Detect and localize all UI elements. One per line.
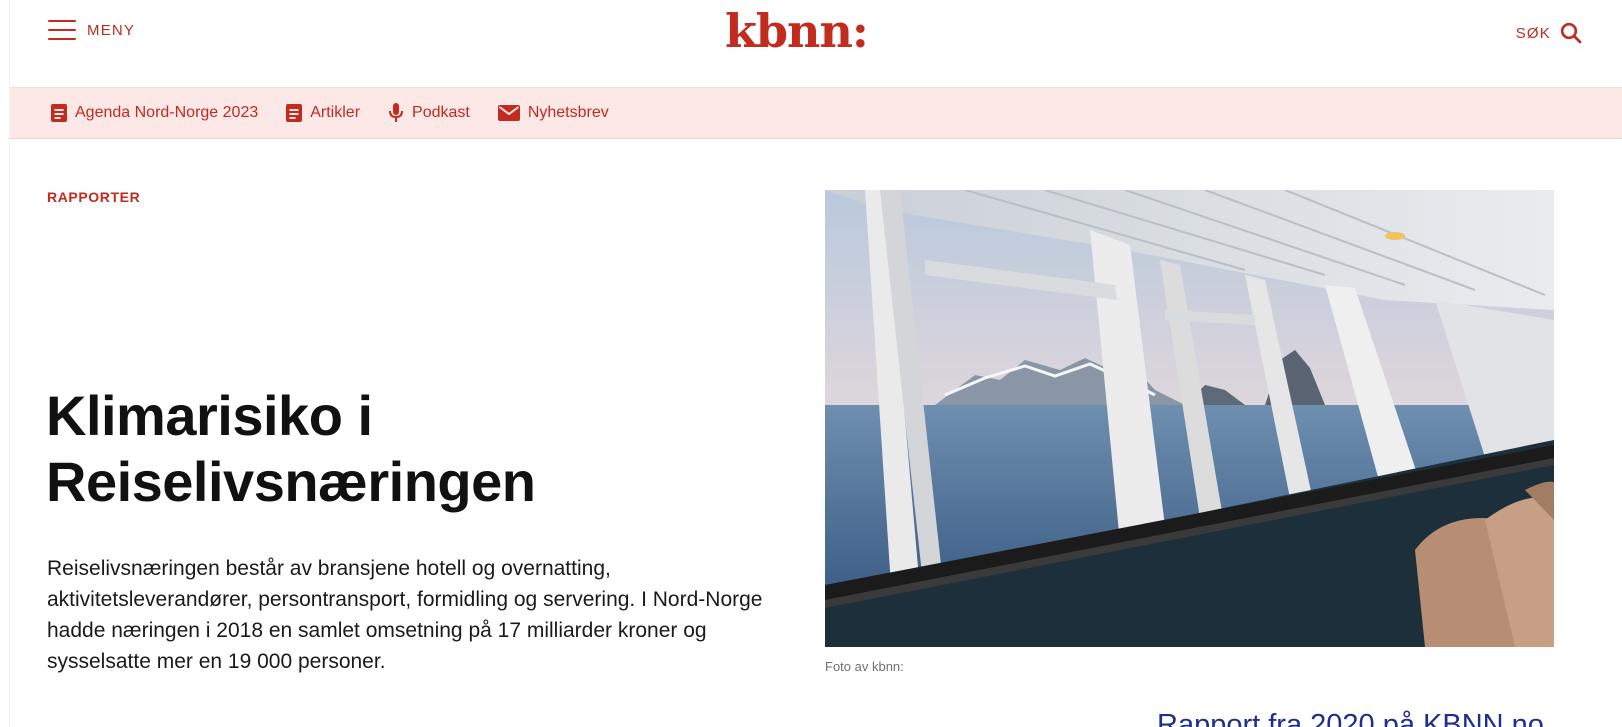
site-logo[interactable]: kbnn: (725, 8, 869, 54)
subnav-item-label: Podkast (412, 104, 470, 121)
subnav-item-nyhetsbrev[interactable]: Nyhetsbrev (497, 104, 609, 122)
section-nav: Agenda Nord-Norge 2023 Artikler Podkast … (10, 88, 1622, 139)
subnav-item-label: Artikler (310, 104, 361, 121)
document-icon (51, 104, 67, 122)
subnav-item-agenda[interactable]: Agenda Nord-Norge 2023 (51, 104, 258, 122)
document-icon (286, 104, 303, 122)
microphone-icon (388, 103, 404, 123)
subnav-item-label: Agenda Nord-Norge 2023 (75, 104, 259, 121)
article-category[interactable]: RAPPORTER (47, 189, 140, 205)
page-title: Klimarisiko i Reiselivsnæringen (46, 384, 536, 513)
report-link[interactable]: Rapport fra 2020 på KBNN.no (1157, 709, 1544, 727)
subnav-item-label: Nyhetsbrev (527, 104, 609, 121)
menu-button[interactable]: MENY (48, 20, 135, 40)
hamburger-icon (48, 20, 76, 40)
article-photo (825, 190, 1554, 647)
search-button[interactable]: SØK (1516, 22, 1582, 44)
photo-caption: Foto av kbnn: (825, 659, 904, 674)
subnav-item-podkast[interactable]: Podkast (388, 103, 470, 123)
search-icon (1560, 22, 1582, 44)
search-label: SØK (1515, 24, 1551, 42)
article-lead: Reiselivsnæringen består av bransjene ho… (47, 557, 763, 673)
page: MENY kbnn: SØK Agenda Nord-Norge 2023 Ar… (9, 0, 1622, 727)
site-header: MENY kbnn: SØK (10, 0, 1622, 88)
subnav-item-artikler[interactable]: Artikler (286, 104, 360, 122)
envelope-icon (497, 105, 520, 121)
menu-label: MENY (87, 21, 136, 39)
